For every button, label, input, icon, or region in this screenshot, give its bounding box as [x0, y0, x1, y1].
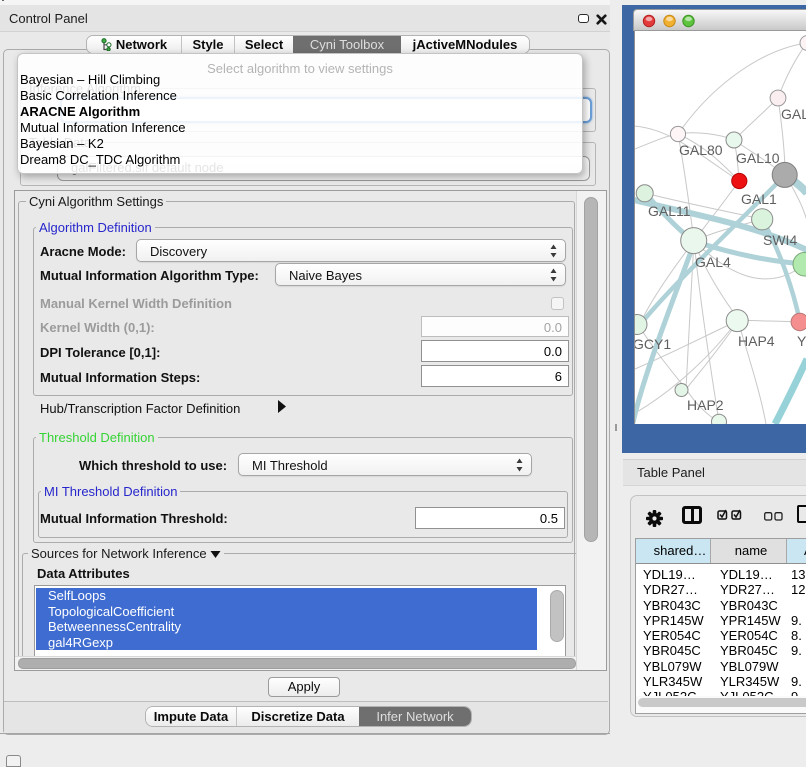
svg-text:HAP2: HAP2: [687, 397, 724, 413]
svg-text:HAP4: HAP4: [738, 333, 775, 349]
svg-text:YM: YM: [797, 333, 806, 349]
svg-text:GAL10: GAL10: [736, 150, 780, 166]
svg-text:GAL1: GAL1: [741, 191, 777, 207]
svg-text:GAL11: GAL11: [648, 203, 691, 219]
svg-text:GCY1: GCY1: [635, 336, 671, 352]
svg-text:GAL80: GAL80: [679, 142, 723, 158]
svg-text:GAL4: GAL4: [695, 254, 731, 270]
svg-text:GAL8: GAL8: [781, 106, 806, 122]
svg-text:SWI4: SWI4: [763, 232, 797, 248]
